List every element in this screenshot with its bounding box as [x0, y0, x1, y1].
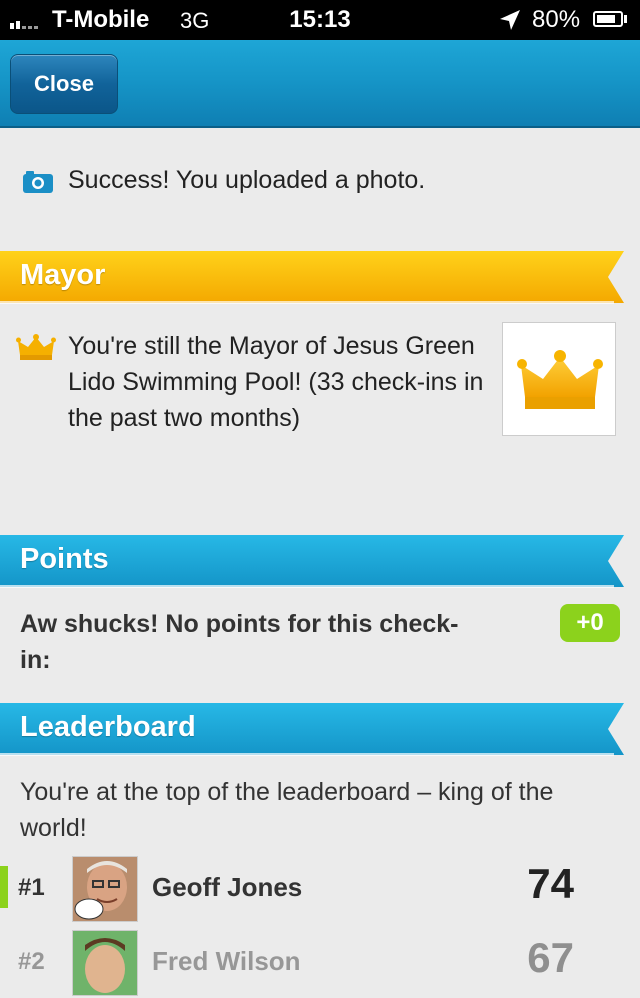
leaderboard-score: 67 [527, 934, 574, 981]
leaderboard-name: Geoff Jones [152, 872, 303, 902]
current-user-marker [0, 866, 8, 908]
leaderboard-title: Leaderboard [20, 711, 196, 743]
leaderboard-row[interactable]: #2 Fred Wilson 67 [0, 930, 640, 998]
leaderboard-banner: Leaderboard [0, 703, 640, 756]
success-message: Success! You uploaded a photo. [68, 166, 426, 194]
points-message: Aw shucks! No points for this check-in: [20, 610, 459, 674]
leaderboard-rank: #1 [18, 874, 45, 901]
mayor-message: You're still the Mayor of Jesus Green Li… [68, 332, 484, 432]
mayor-banner: Mayor [0, 251, 640, 304]
leaderboard-rank: #2 [18, 948, 45, 975]
points-banner: Points [0, 535, 640, 588]
battery-icon [593, 11, 623, 27]
location-arrow-icon [498, 8, 522, 39]
battery-percent: 80% [532, 6, 581, 33]
battery-tip [624, 15, 627, 23]
status-bar: T-Mobile 3G 15:13 80% [0, 0, 640, 40]
upload-success-row: Success! You uploaded a photo. [0, 160, 640, 204]
leaderboard-message: You're at the top of the leaderboard – k… [20, 778, 554, 842]
navigation-bar: Close [0, 40, 640, 128]
leaderboard-row[interactable]: #1 Geoff Jones 74 [0, 856, 640, 924]
leaderboard-score: 74 [527, 860, 574, 907]
points-title: Points [20, 543, 109, 575]
avatar [72, 856, 138, 922]
mayor-crown-icon [517, 350, 603, 409]
mayor-title: Mayor [20, 259, 106, 291]
close-button[interactable]: Close [10, 54, 118, 114]
mayor-crown-thumbnail [502, 322, 616, 436]
crown-icon [16, 333, 56, 366]
points-badge: +0 [560, 604, 620, 642]
camera-icon [22, 170, 54, 199]
avatar [72, 930, 138, 996]
leaderboard-name: Fred Wilson [152, 946, 301, 976]
